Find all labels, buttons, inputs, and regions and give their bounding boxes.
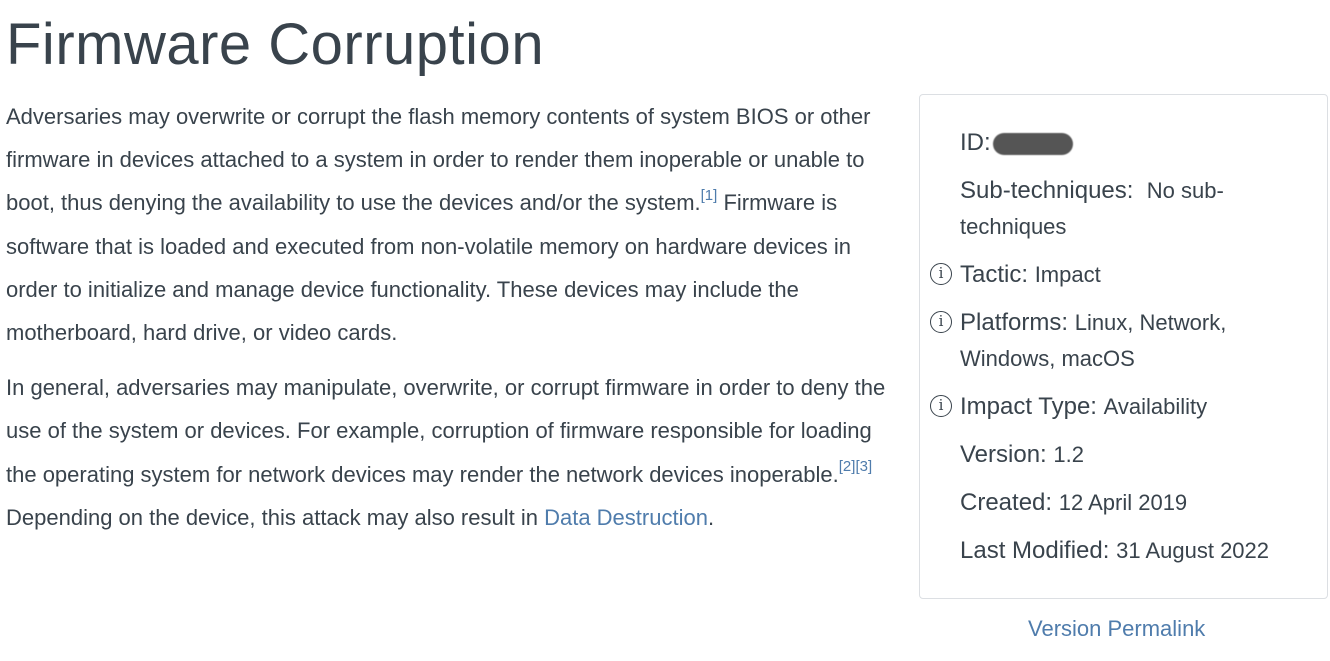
reference-3-link[interactable]: [3] [855,458,872,475]
reference-2-3: [2][3] [839,458,872,475]
redacted-id [992,132,1073,155]
created-value: 12 April 2019 [1058,490,1188,515]
page-title: Firmware Corruption [6,12,545,77]
id-label: ID: [960,129,991,156]
version-permalink-link[interactable]: Version Permalink [1028,612,1205,646]
platforms-label: Platforms: [960,309,1069,336]
created-label: Created: [960,489,1053,516]
reference-2-link[interactable]: [2] [839,458,856,475]
version-value: 1.2 [1053,442,1084,467]
reference-1-link[interactable]: [1] [701,187,718,204]
data-destruction-link[interactable]: Data Destruction [544,505,708,530]
impact-type-label: Impact Type: [960,393,1097,420]
paragraph-2-text-a: In general, adversaries may manipulate, … [6,375,886,487]
last-modified-label: Last Modified: [960,537,1110,564]
tactic-impact-link[interactable]: Impact [1035,262,1101,287]
description-paragraph-2: In general, adversaries may manipulate, … [6,366,886,539]
reference-1: [1] [701,187,718,204]
technique-description: Adversaries may overwrite or corrupt the… [6,95,886,551]
info-icon[interactable]: i [930,311,952,333]
impact-type-value: Availability [1103,394,1208,419]
paragraph-2-text-c: . [707,504,715,530]
technique-info-card: ID: Sub-techniques: No sub-techniques i … [919,94,1328,599]
tactic-label: Tactic: [960,261,1029,288]
last-modified-value: 31 August 2022 [1116,538,1270,563]
info-icon[interactable]: i [930,263,952,285]
subtechniques-label: Sub-techniques: [960,177,1134,204]
version-label: Version: [960,441,1047,468]
paragraph-2-text-b: Depending on the device, this attack may… [6,504,545,530]
info-icon[interactable]: i [930,395,952,417]
description-paragraph-1: Adversaries may overwrite or corrupt the… [6,95,886,354]
